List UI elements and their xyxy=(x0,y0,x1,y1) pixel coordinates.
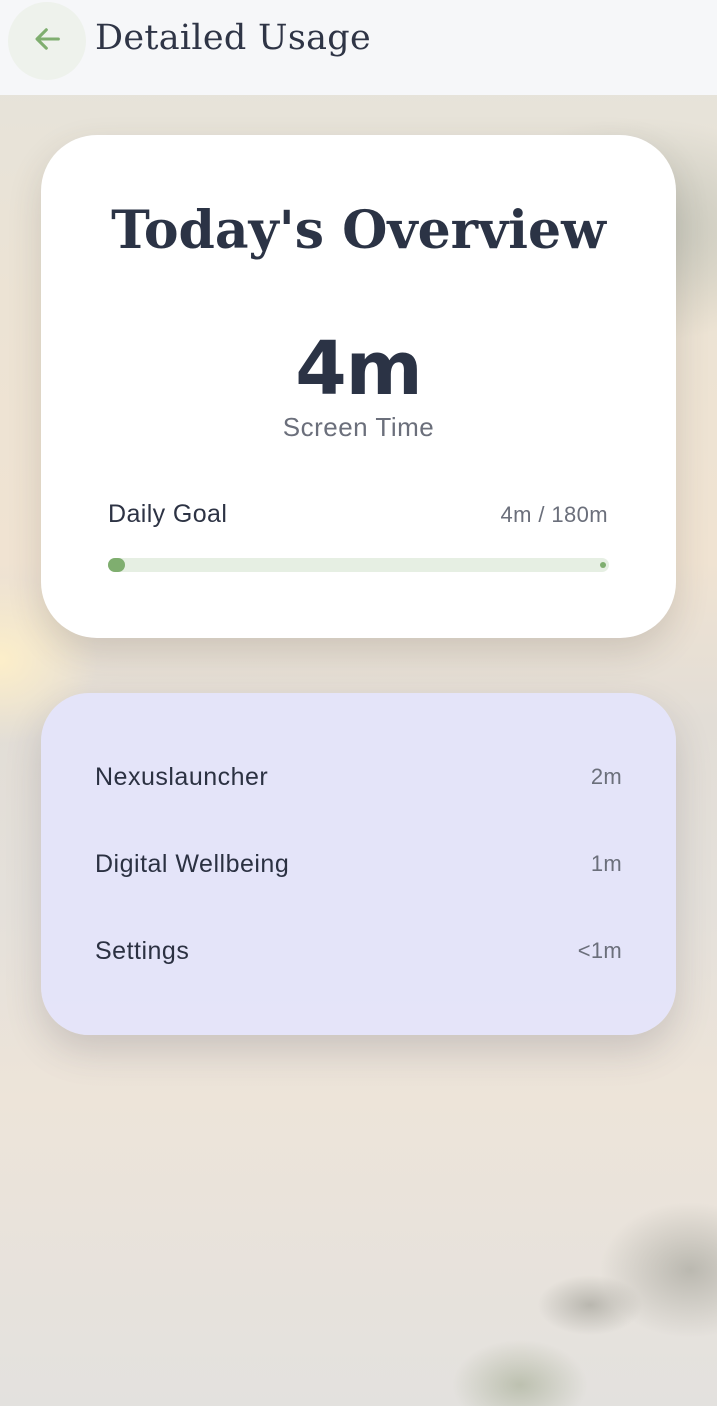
top-app-bar: Detailed Usage xyxy=(0,0,717,95)
app-usage-time: <1m xyxy=(577,938,622,963)
daily-goal-progress-bar xyxy=(108,558,609,572)
daily-goal-progress-fill xyxy=(108,558,125,572)
daily-goal-label: Daily Goal xyxy=(108,500,228,528)
app-usage-row-digital-wellbeing[interactable]: Digital Wellbeing 1m xyxy=(95,844,622,884)
app-name: Settings xyxy=(95,936,190,965)
overview-title: Today's Overview xyxy=(111,200,606,261)
back-button[interactable] xyxy=(8,2,86,80)
progress-end-dot xyxy=(600,562,606,568)
app-usage-row-nexuslauncher[interactable]: Nexuslauncher 2m xyxy=(95,757,622,797)
app-usage-time: 1m xyxy=(590,851,622,876)
screen-time-label: Screen Time xyxy=(282,412,435,442)
page-title: Detailed Usage xyxy=(95,18,371,58)
app-usage-time: 2m xyxy=(590,764,622,789)
app-name: Digital Wellbeing xyxy=(95,849,290,878)
screen-time-value: 4m xyxy=(295,326,423,412)
app-usage-row-settings[interactable]: Settings <1m xyxy=(95,931,622,971)
daily-goal-value: 4m / 180m xyxy=(500,502,608,527)
app-name: Nexuslauncher xyxy=(95,762,269,791)
arrow-left-icon xyxy=(30,22,64,61)
